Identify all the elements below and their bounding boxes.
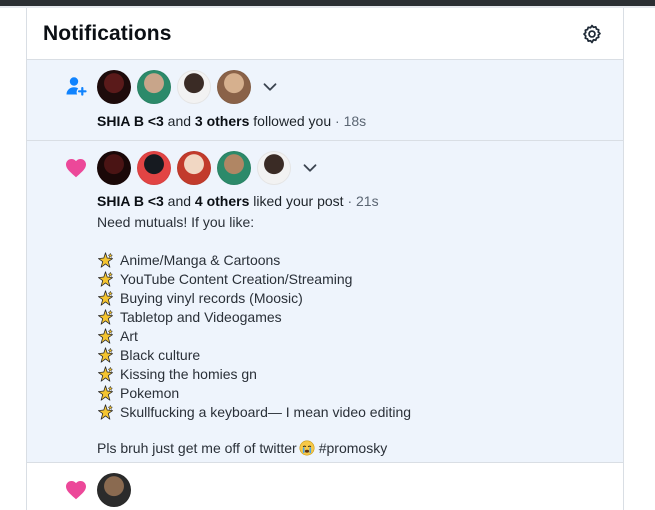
gear-icon[interactable]: [581, 23, 603, 45]
avatar[interactable]: [217, 70, 251, 104]
notification-follow[interactable]: SHIA B <3 and 3 others followed you · 18…: [27, 60, 623, 141]
user-name[interactable]: SHIA B <3: [97, 193, 164, 209]
sparkle-icon: [97, 252, 120, 269]
avatar[interactable]: [177, 70, 211, 104]
person-plus-icon: [66, 77, 87, 96]
avatar[interactable]: [137, 151, 171, 185]
heart-icon: [66, 481, 86, 500]
page-title: Notifications: [43, 21, 172, 45]
avatar[interactable]: [97, 70, 131, 104]
sparkle-icon: [97, 271, 120, 288]
post-list-item: YouTube Content Creation/Streaming: [97, 270, 411, 289]
avatar-group: [97, 70, 281, 104]
notification-like[interactable]: SHIA B <3 and 4 others liked your post ·…: [27, 141, 623, 463]
post-list-item: Kissing the homies gn: [97, 365, 411, 384]
notifications-panel: Notifications SHIA B <3 and 3 others fol…: [26, 8, 624, 510]
post-list-item: Buying vinyl records (Moosic): [97, 289, 411, 308]
sparkle-icon: [97, 328, 120, 345]
sparkle-icon: [97, 290, 120, 307]
avatar[interactable]: [137, 70, 171, 104]
post-list-item: Art: [97, 327, 411, 346]
notification-summary: SHIA B <3 and 4 others liked your post ·…: [97, 193, 379, 209]
avatar-group: [97, 473, 137, 507]
post-list-item: Skullfucking a keyboard— I mean video ed…: [97, 403, 411, 422]
post-list: Anime/Manga & Cartoons YouTube Content Cr…: [97, 251, 411, 422]
heart-icon: [66, 159, 86, 178]
crying-face-icon: [299, 440, 315, 456]
sparkle-icon: [97, 385, 120, 402]
sparkle-icon: [97, 347, 120, 364]
timestamp: 21s: [356, 193, 379, 209]
user-name[interactable]: SHIA B <3: [97, 113, 164, 129]
post-list-item: Pokemon: [97, 384, 411, 403]
avatar[interactable]: [177, 151, 211, 185]
sparkle-icon: [97, 309, 120, 326]
avatar[interactable]: [97, 473, 131, 507]
others-count[interactable]: 4 others: [195, 193, 249, 209]
chevron-down-icon[interactable]: [299, 157, 321, 179]
post-list-item: Black culture: [97, 346, 411, 365]
post-list-item: Tabletop and Videogames: [97, 308, 411, 327]
post-list-item: Anime/Manga & Cartoons: [97, 251, 411, 270]
sparkle-icon: [97, 366, 120, 383]
post-preview[interactable]: Need mutuals! If you like: Anime/Manga &…: [97, 213, 411, 458]
post-outro: Pls bruh just get me off of twitter #pro…: [97, 440, 388, 456]
post-intro: Need mutuals! If you like:: [97, 214, 255, 230]
hashtag[interactable]: #promosky: [319, 440, 387, 456]
avatar[interactable]: [217, 151, 251, 185]
sparkle-icon: [97, 404, 120, 421]
window-top-strip: [0, 0, 655, 8]
chevron-down-icon[interactable]: [259, 76, 281, 98]
avatar[interactable]: [97, 151, 131, 185]
notifications-header: Notifications: [27, 8, 623, 60]
avatar[interactable]: [257, 151, 291, 185]
timestamp: 18s: [343, 113, 367, 129]
others-count[interactable]: 3 others: [195, 113, 249, 129]
notification-summary: SHIA B <3 and 3 others followed you · 18…: [97, 113, 367, 129]
avatar-group: [97, 151, 321, 185]
notification-like[interactable]: [27, 463, 623, 510]
